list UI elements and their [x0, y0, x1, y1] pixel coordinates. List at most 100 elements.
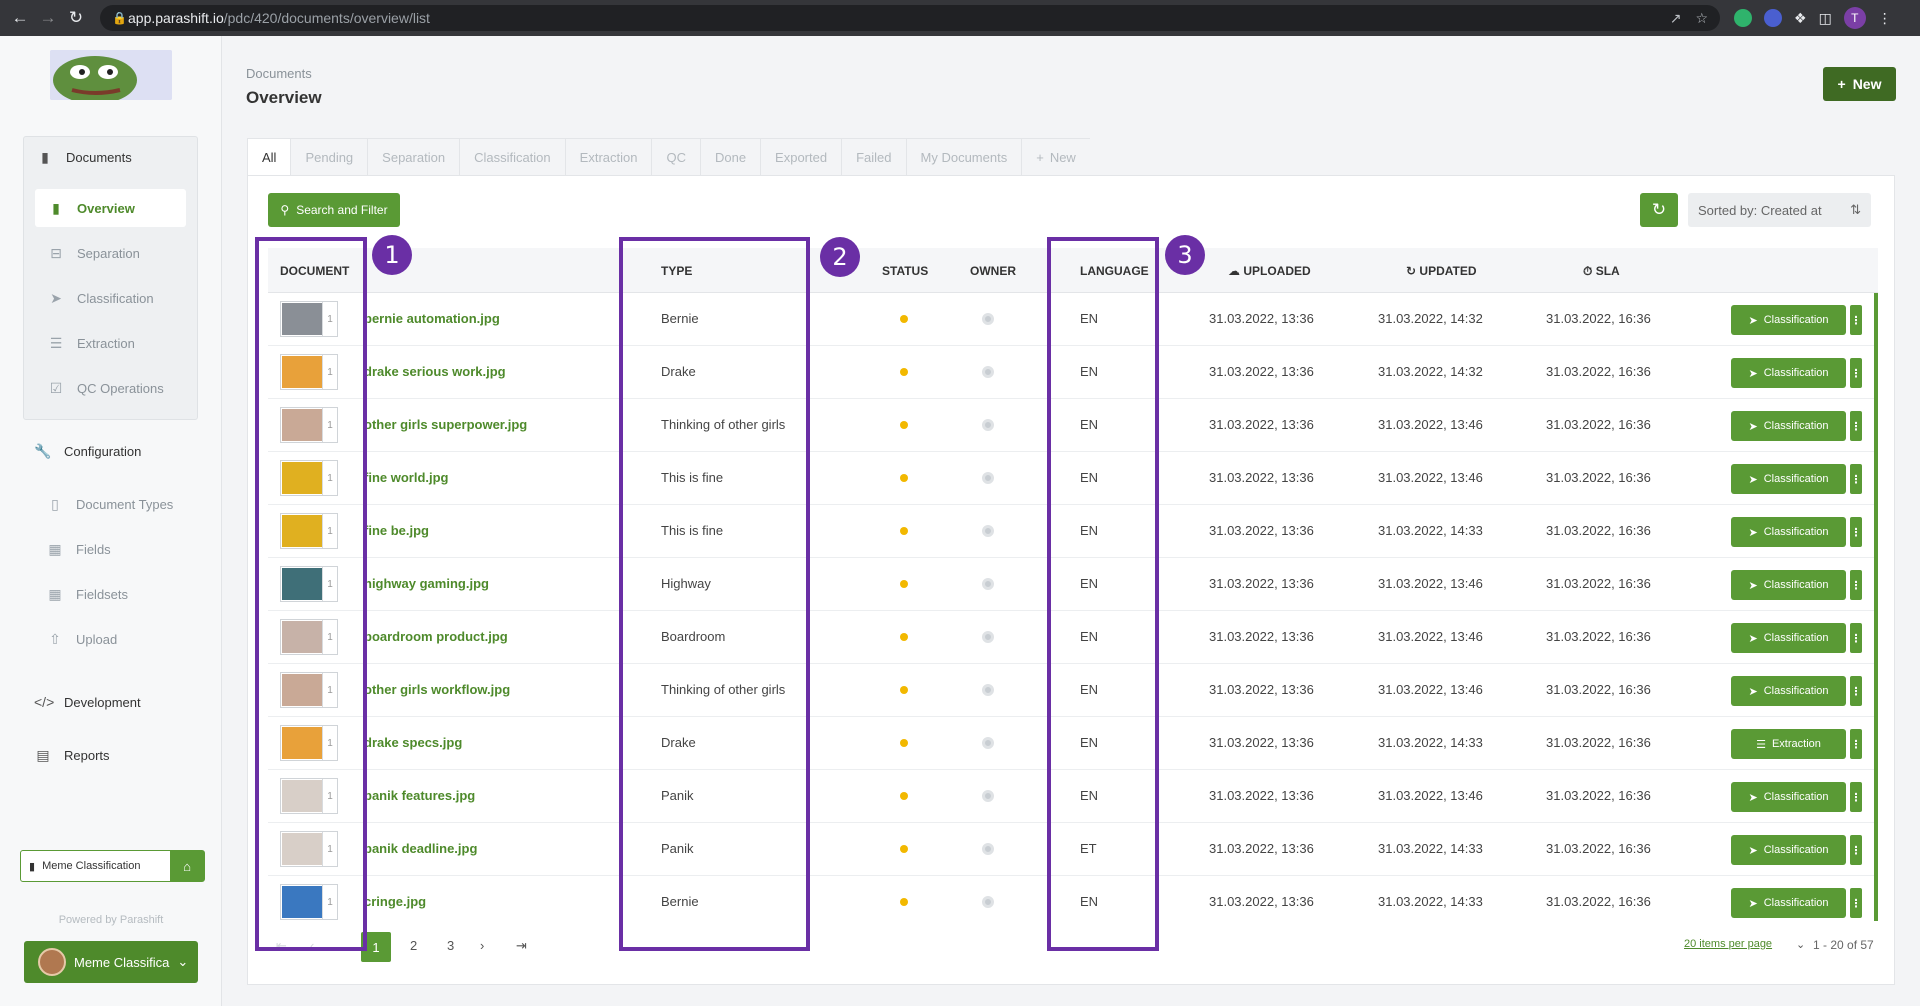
document-name-link[interactable]: boardroom product.jpg [364, 629, 508, 644]
reload-icon[interactable]: ↻ [62, 8, 90, 28]
document-name-link[interactable]: cringe.jpg [364, 894, 426, 909]
extension-badge-icon[interactable] [1764, 9, 1782, 27]
row-menu-kebab-icon[interactable]: ⋮ [1850, 782, 1862, 812]
wrench-icon: 🔧 [34, 443, 52, 459]
row-menu-kebab-icon[interactable]: ⋮ [1850, 517, 1862, 547]
scrollbar[interactable] [1874, 293, 1878, 653]
classification-button[interactable]: ➤ Classification [1731, 623, 1846, 653]
workspace-selector[interactable]: ▮ Meme Classification ⌂ [20, 850, 205, 882]
classification-button[interactable]: ➤ Classification [1731, 835, 1846, 865]
document-name-link[interactable]: drake specs.jpg [364, 735, 462, 750]
document-name-link[interactable]: highway gaming.jpg [364, 576, 489, 591]
classification-button[interactable]: ➤ Classification [1731, 888, 1846, 918]
tab-my-documents[interactable]: My Documents [906, 138, 1023, 176]
back-icon[interactable]: ← [6, 8, 34, 28]
classification-button[interactable]: ➤ Classification [1731, 517, 1846, 547]
sidebar-section-configuration[interactable]: 🔧 Configuration [34, 443, 141, 460]
row-menu-kebab-icon[interactable]: ⋮ [1850, 570, 1862, 600]
document-name-link[interactable]: panik features.jpg [364, 788, 475, 803]
row-menu-kebab-icon[interactable]: ⋮ [1850, 888, 1862, 918]
uploaded-at: 31.03.2022, 13:36 [1209, 417, 1314, 432]
next-page-icon[interactable]: › [480, 938, 484, 953]
sidebar-item-overview[interactable]: ▮ Overview [35, 189, 186, 227]
sidebar-section-documents[interactable]: ▮ Documents [36, 149, 132, 166]
action-label: Classification [1763, 791, 1829, 803]
row-menu-kebab-icon[interactable]: ⋮ [1850, 464, 1862, 494]
document-name-link[interactable]: bernie automation.jpg [364, 311, 500, 326]
uploaded-at: 31.03.2022, 13:36 [1209, 682, 1314, 697]
row-menu-kebab-icon[interactable]: ⋮ [1850, 676, 1862, 706]
extraction-button[interactable]: ☰ Extraction [1731, 729, 1846, 759]
tab-done[interactable]: Done [700, 138, 762, 176]
sidebar-item-separation[interactable]: ⊟ Separation [47, 245, 140, 262]
row-menu-kebab-icon[interactable]: ⋮ [1850, 411, 1862, 441]
user-menu-button[interactable]: Meme Classifica ⌄ [24, 941, 198, 983]
address-bar[interactable]: 🔒 app.parashift.io/pdc/420/documents/ove… [100, 5, 1720, 31]
refresh-button[interactable]: ↻ [1640, 193, 1678, 227]
chevron-down-icon[interactable]: ⌄ [1796, 938, 1805, 951]
classification-button[interactable]: ➤ Classification [1731, 464, 1846, 494]
classification-button[interactable]: ➤ Classification [1731, 782, 1846, 812]
document-name-link[interactable]: drake serious work.jpg [364, 364, 506, 379]
document-name-link[interactable]: other girls superpower.jpg [364, 417, 527, 432]
logo[interactable] [50, 50, 172, 100]
row-menu-kebab-icon[interactable]: ⋮ [1850, 623, 1862, 653]
column-status[interactable]: STATUS [882, 264, 928, 278]
sidebar-item-fieldsets[interactable]: ▦ Fieldsets [46, 586, 128, 603]
tab-all[interactable]: All [247, 138, 292, 176]
row-menu-kebab-icon[interactable]: ⋮ [1850, 835, 1862, 865]
classification-button[interactable]: ➤ Classification [1731, 411, 1846, 441]
star-icon[interactable]: ☆ [1695, 10, 1708, 27]
sidebar-item-classification[interactable]: ➤ Classification [47, 290, 153, 307]
sidebar-item-fields[interactable]: ▦ Fields [46, 541, 110, 558]
tab-failed[interactable]: Failed [842, 138, 907, 176]
share-icon[interactable]: ↗ [1670, 10, 1682, 27]
sidebar-item-extraction[interactable]: ☰ Extraction [47, 335, 135, 352]
sort-order-icon[interactable]: ⇅ [1850, 202, 1861, 218]
tab-classification[interactable]: Classification [460, 138, 566, 176]
sla-at: 31.03.2022, 16:36 [1546, 417, 1651, 432]
profile-avatar[interactable]: T [1843, 7, 1866, 29]
new-document-button[interactable]: + New [1823, 67, 1896, 101]
classification-button[interactable]: ➤ Classification [1731, 570, 1846, 600]
row-menu-kebab-icon[interactable]: ⋮ [1850, 305, 1862, 335]
row-menu-kebab-icon[interactable]: ⋮ [1850, 729, 1862, 759]
tab-exported[interactable]: Exported [761, 138, 843, 176]
document-name-link[interactable]: fine world.jpg [364, 470, 449, 485]
extension-grammar-icon[interactable] [1734, 9, 1752, 27]
tab-separation[interactable]: Separation [368, 138, 461, 176]
last-page-icon[interactable]: ⇥ [516, 938, 527, 954]
sidebar-item-qc-operations[interactable]: ☑ QC Operations [47, 380, 164, 397]
classification-button[interactable]: ➤ Classification [1731, 358, 1846, 388]
column-uploaded[interactable]: ☁ UPLOADED [1228, 264, 1311, 278]
sidebar-item-document-types[interactable]: ▯ Document Types [46, 496, 173, 513]
menu-kebab-icon[interactable]: ⋮ [1878, 10, 1892, 27]
bank-icon[interactable]: ⌂ [170, 851, 204, 881]
column-owner[interactable]: OWNER [970, 264, 1016, 278]
tab-extraction[interactable]: Extraction [565, 138, 653, 176]
page-2[interactable]: 2 [410, 938, 417, 953]
row-menu-kebab-icon[interactable]: ⋮ [1850, 358, 1862, 388]
document-name-link[interactable]: fine be.jpg [364, 523, 429, 538]
breadcrumb[interactable]: Documents [246, 66, 312, 81]
tab-pending[interactable]: Pending [291, 138, 369, 176]
column-updated[interactable]: ↻ UPDATED [1406, 264, 1477, 278]
sidepanel-icon[interactable]: ◫ [1819, 10, 1832, 27]
tab-new[interactable]: + New [1022, 138, 1090, 176]
document-name-link[interactable]: other girls workflow.jpg [364, 682, 510, 697]
classification-button[interactable]: ➤ Classification [1731, 676, 1846, 706]
items-per-page-select[interactable]: 20 items per page [1684, 938, 1772, 950]
column-sla[interactable]: ⏱ SLA [1583, 264, 1620, 279]
document-name-link[interactable]: panik deadline.jpg [364, 841, 477, 856]
forward-icon[interactable]: → [34, 8, 62, 28]
uploaded-at: 31.03.2022, 13:36 [1209, 629, 1314, 644]
puzzle-icon[interactable]: ❖ [1794, 10, 1807, 27]
sort-dropdown[interactable]: Sorted by: Created at ⇅ [1688, 193, 1871, 227]
classification-button[interactable]: ➤ Classification [1731, 305, 1846, 335]
page-3[interactable]: 3 [447, 938, 454, 953]
sidebar-section-reports[interactable]: ▤ Reports [34, 747, 109, 764]
sidebar-section-development[interactable]: </> Development [34, 694, 141, 710]
sidebar-item-upload[interactable]: ⇧ Upload [46, 631, 117, 648]
search-and-filter-button[interactable]: ⚲ Search and Filter [268, 193, 400, 227]
tab-qc[interactable]: QC [652, 138, 701, 176]
